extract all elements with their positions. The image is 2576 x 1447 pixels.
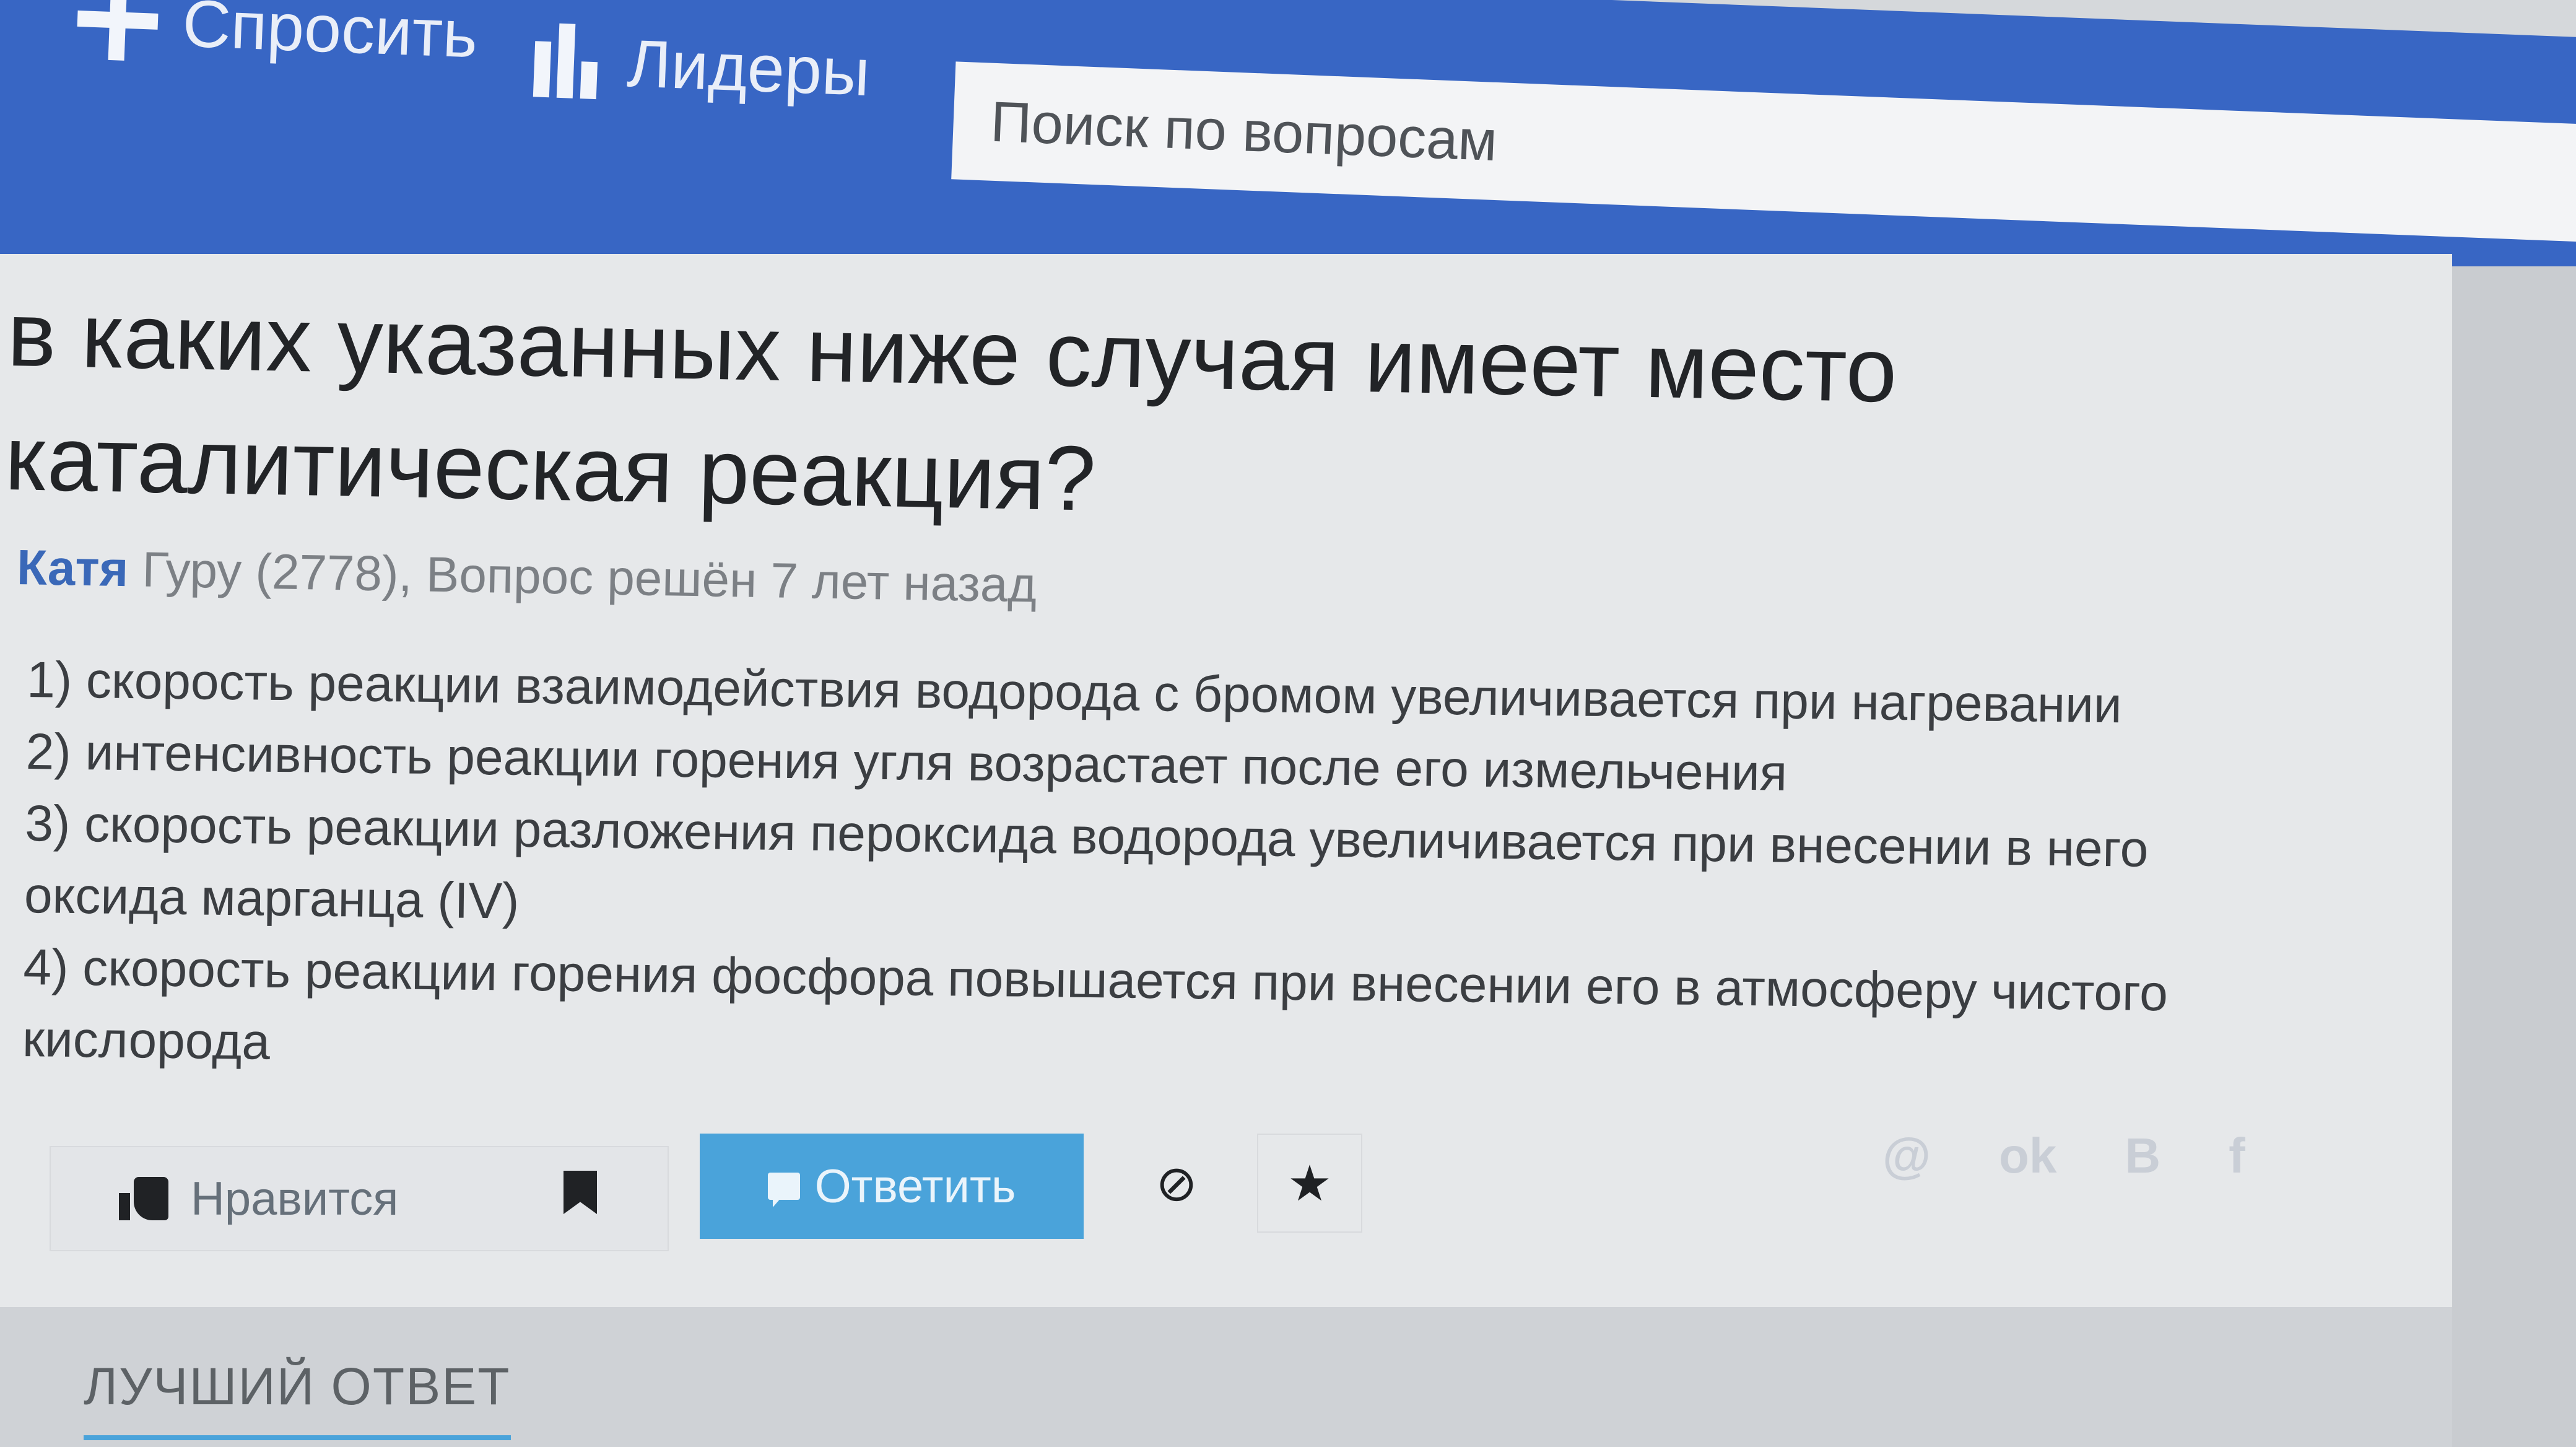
answer-label: Ответить bbox=[814, 1160, 1016, 1213]
list-item: 3) скорость реакции разложения пероксида… bbox=[24, 795, 2149, 930]
plus-icon bbox=[76, 0, 160, 62]
search-input[interactable] bbox=[951, 61, 2576, 243]
leaders-label: Лидеры bbox=[625, 25, 872, 110]
leaders-button[interactable]: Лидеры bbox=[533, 20, 871, 111]
answer-button[interactable]: Ответить bbox=[700, 1134, 1084, 1239]
favorite-button[interactable]: ★ bbox=[1257, 1134, 1362, 1233]
vk-share-icon[interactable]: B bbox=[2125, 1127, 2160, 1184]
ask-button[interactable]: Спросить bbox=[76, 0, 479, 74]
like-label: Нравится bbox=[191, 1172, 399, 1225]
comment-icon bbox=[767, 1173, 800, 1207]
social-share: @ ok B f bbox=[1882, 1127, 2313, 1184]
odnoklassniki-share-icon[interactable]: ok bbox=[1999, 1127, 2056, 1184]
block-icon: ⊘ bbox=[1155, 1155, 1198, 1211]
star-icon: ★ bbox=[1287, 1155, 1332, 1211]
ask-label: Спросить bbox=[181, 0, 479, 72]
mail-share-icon[interactable]: @ bbox=[1882, 1127, 1931, 1184]
facebook-share-icon[interactable]: f bbox=[2229, 1127, 2245, 1184]
action-row: Нравится Ответить ⊘ ★ @ ok B f bbox=[50, 1128, 2341, 1257]
list-item: 4) скорость реакции горения фосфора повы… bbox=[22, 938, 2169, 1070]
thumbs-up-icon bbox=[119, 1177, 168, 1220]
bar-chart-icon bbox=[533, 22, 607, 99]
sidebar-strip bbox=[2452, 266, 2576, 1447]
question-title: в каких указанных ниже случая имеет мест… bbox=[4, 282, 1898, 530]
block-button[interactable]: ⊘ bbox=[1115, 1134, 1238, 1233]
question-body: 1) скорость реакции взаимодействия водор… bbox=[22, 644, 2318, 1103]
author-link[interactable]: Катя bbox=[16, 540, 129, 597]
best-answer-tab[interactable]: ЛУЧШИЙ ОТВЕТ bbox=[84, 1357, 511, 1440]
